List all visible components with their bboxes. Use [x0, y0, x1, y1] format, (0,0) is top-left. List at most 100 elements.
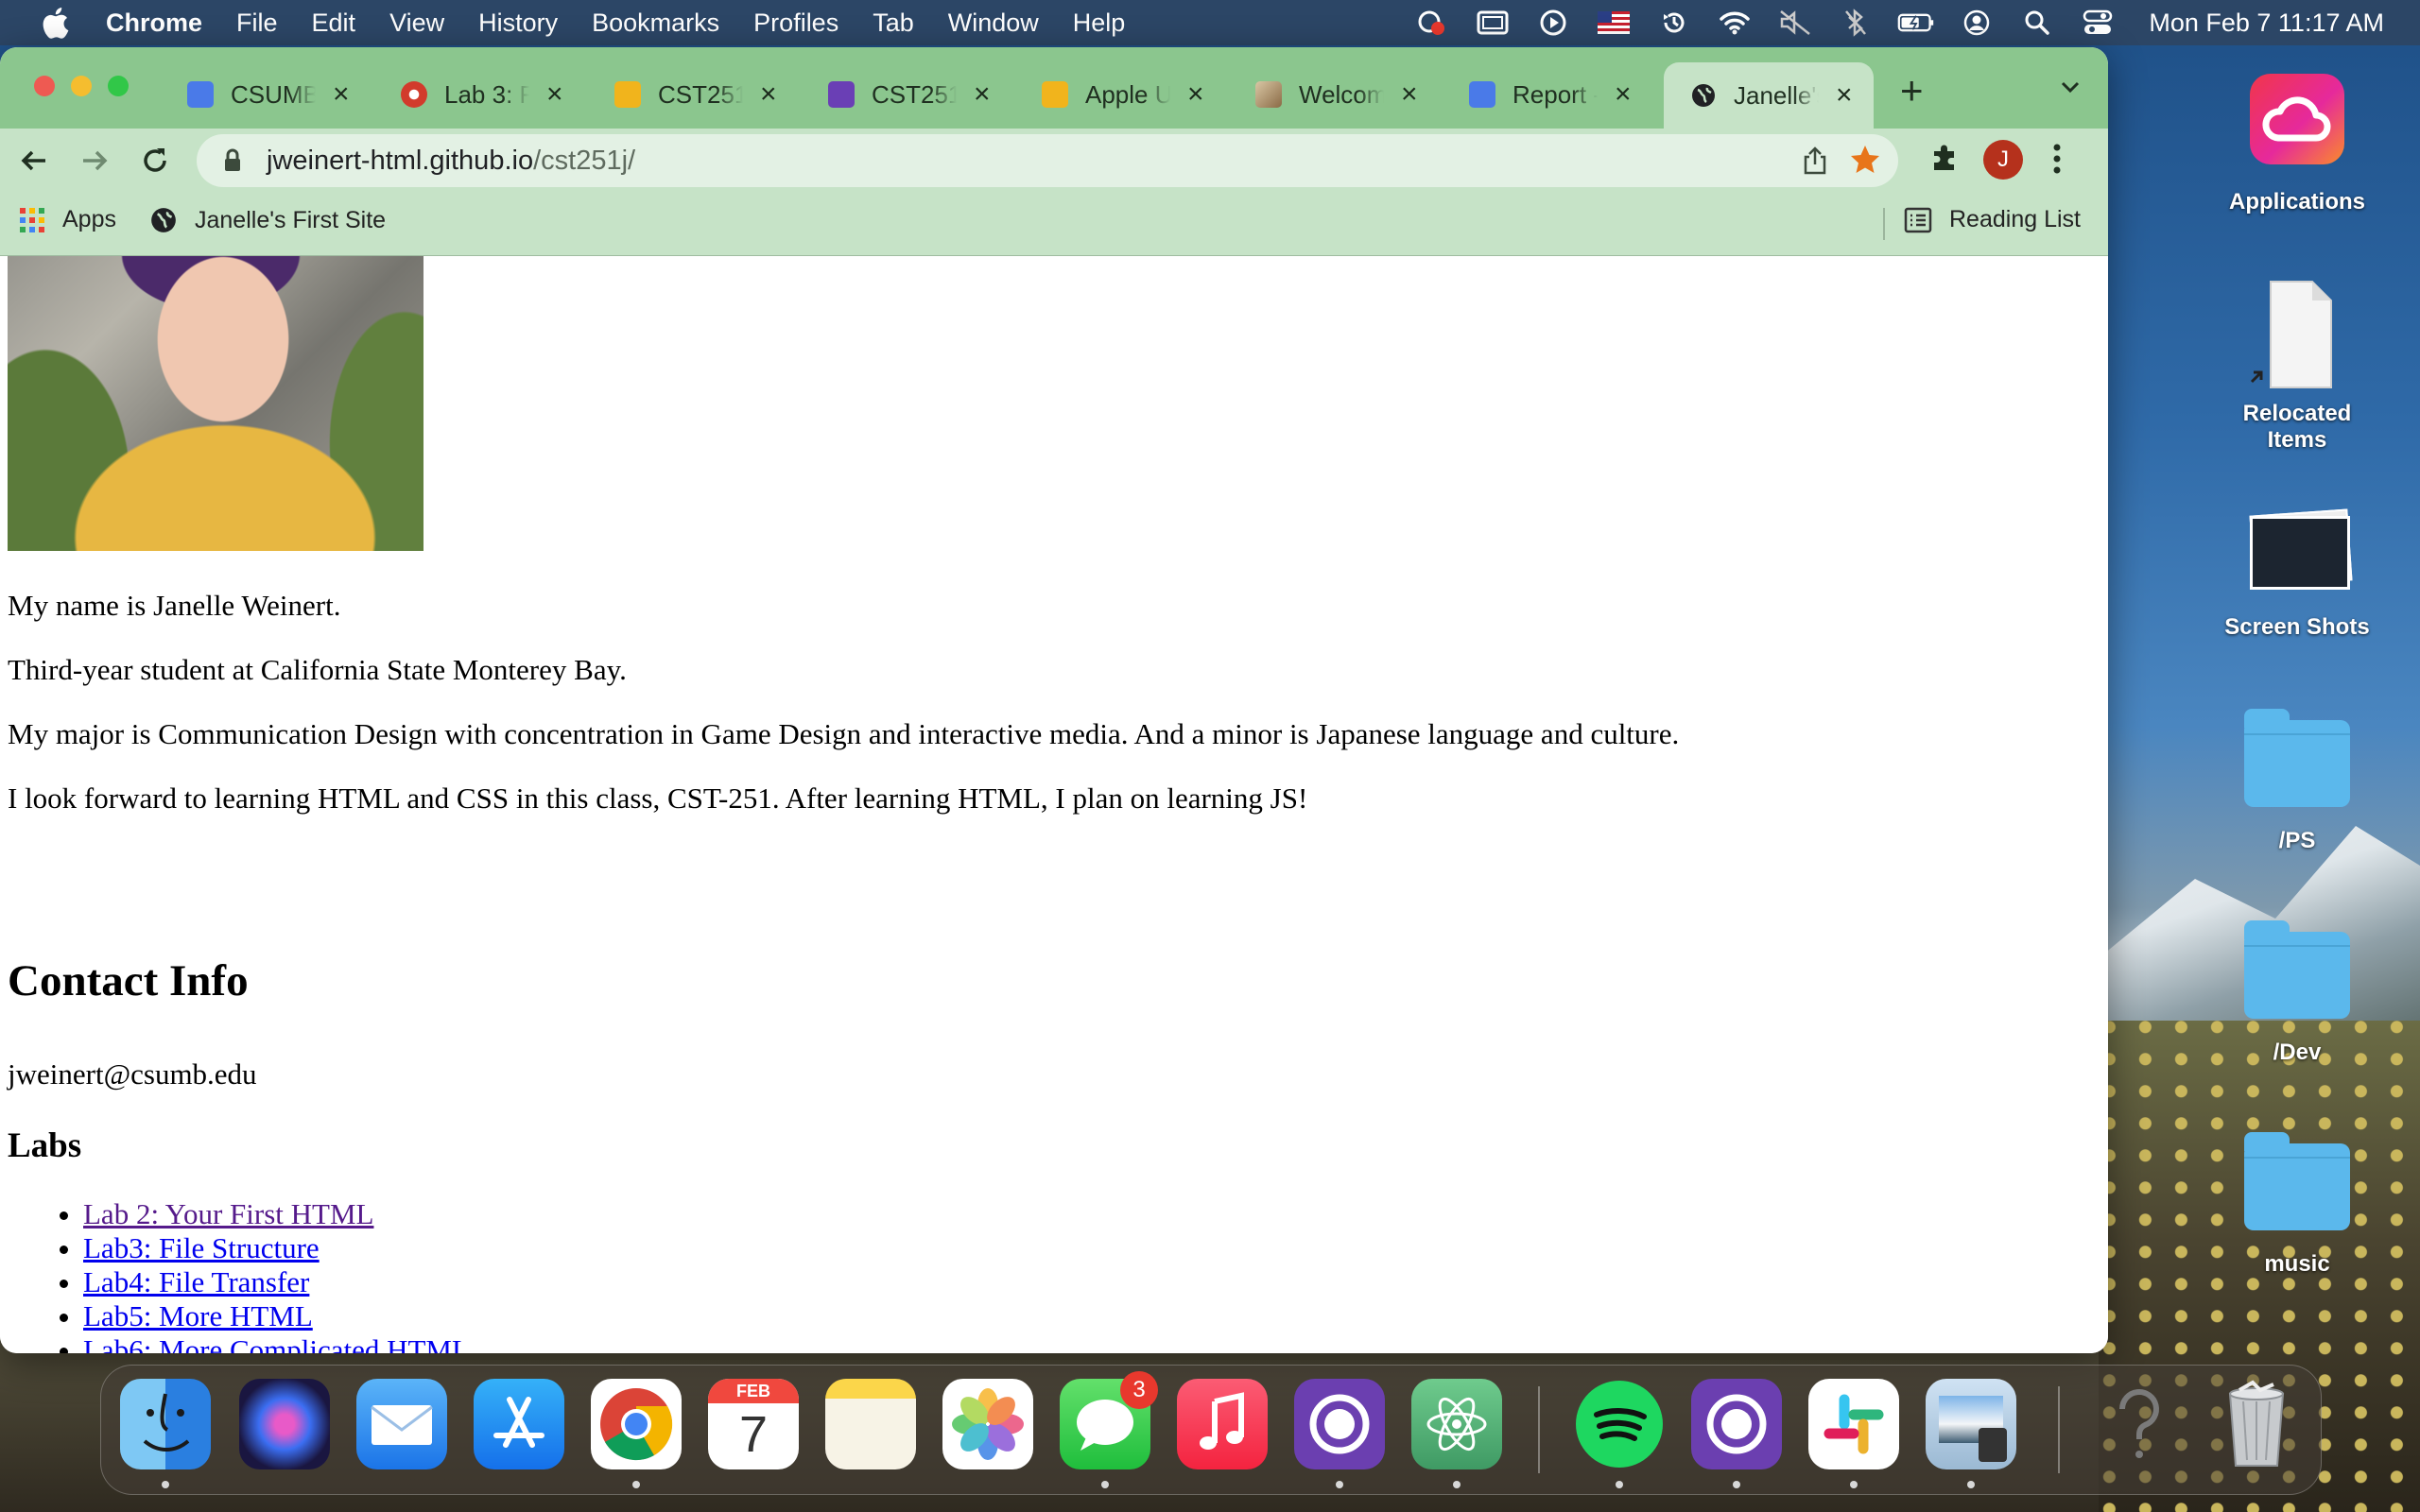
close-tab-icon[interactable]: ×: [1615, 78, 1632, 111]
wifi-icon[interactable]: [1716, 9, 1754, 37]
bookmark-star-icon[interactable]: [1849, 144, 1881, 183]
extensions-puzzle-icon[interactable]: [1928, 142, 1961, 179]
slack-icon[interactable]: [1808, 1379, 1899, 1488]
menu-file[interactable]: File: [236, 9, 278, 38]
preview-icon[interactable]: [1926, 1379, 2016, 1488]
menu-help[interactable]: Help: [1073, 9, 1126, 38]
control-center-icon[interactable]: [2079, 9, 2117, 37]
zoom-window-button[interactable]: [108, 76, 129, 96]
chrome-icon[interactable]: [591, 1379, 682, 1488]
github-desktop-icon[interactable]: [1294, 1379, 1385, 1488]
folder-icon: [2240, 705, 2354, 818]
tab-title: Welcome: [1299, 79, 1384, 109]
reload-icon[interactable]: [134, 140, 176, 181]
tab-title: Janelle's: [1734, 80, 1819, 110]
desktop-icon-music[interactable]: music: [2212, 1128, 2382, 1278]
menu-bookmarks[interactable]: Bookmarks: [592, 9, 719, 38]
spotlight-icon[interactable]: [2018, 9, 2056, 37]
trash-icon[interactable]: [2211, 1379, 2302, 1469]
reading-list-label: Reading List: [1949, 206, 2081, 232]
tab-cst251-forms[interactable]: CST251 ×: [828, 72, 991, 117]
menu-edit[interactable]: Edit: [312, 9, 356, 38]
desktop-icon-applications[interactable]: Applications: [2212, 66, 2382, 215]
screen-record-icon[interactable]: [1413, 9, 1451, 37]
atom-icon[interactable]: [1411, 1379, 1502, 1488]
tab-search-chevron-icon[interactable]: [2059, 76, 2082, 103]
bookmark-apps[interactable]: Apps: [19, 206, 116, 233]
tab-cst251-slides[interactable]: CST251 ×: [614, 72, 777, 117]
menu-history[interactable]: History: [478, 9, 558, 38]
desktop-icon-dev[interactable]: /Dev: [2212, 917, 2382, 1066]
close-tab-icon[interactable]: ×: [333, 78, 350, 111]
close-tab-icon[interactable]: ×: [1401, 78, 1418, 111]
dock-separator: [2058, 1386, 2060, 1473]
display-icon[interactable]: [1474, 9, 1512, 37]
battery-icon[interactable]: [1897, 9, 1935, 37]
close-tab-icon[interactable]: ×: [1836, 79, 1853, 112]
app-store-icon[interactable]: [474, 1379, 564, 1469]
close-tab-icon[interactable]: ×: [1187, 78, 1204, 111]
screenshot-stack-icon: [2240, 491, 2354, 605]
tab-welcome[interactable]: Welcome ×: [1255, 72, 1418, 117]
mail-icon[interactable]: [356, 1379, 447, 1469]
finder-icon[interactable]: [120, 1379, 211, 1488]
desktop-icon-relocated-items[interactable]: Relocated Items: [2212, 278, 2382, 454]
tab-report[interactable]: Report - ×: [1469, 72, 1632, 117]
bluetooth-off-icon[interactable]: [1837, 9, 1875, 37]
play-icon[interactable]: [1534, 9, 1572, 37]
messages-icon[interactable]: 3: [1060, 1371, 1158, 1488]
menu-app-name[interactable]: Chrome: [106, 9, 202, 38]
lab4-link[interactable]: Lab4: File Transfer: [83, 1265, 309, 1298]
folder-icon: [2240, 1128, 2354, 1242]
desktop-icon-label: /Dev: [2273, 1040, 2322, 1065]
music-icon[interactable]: [1177, 1379, 1268, 1469]
tab-title: Apple U: [1085, 79, 1170, 109]
close-tab-icon[interactable]: ×: [760, 78, 777, 111]
menu-profiles[interactable]: Profiles: [753, 9, 838, 38]
share-icon[interactable]: [1802, 146, 1828, 183]
time-machine-icon[interactable]: [1655, 9, 1693, 37]
spotify-icon[interactable]: [1574, 1379, 1665, 1488]
forward-arrow-icon[interactable]: [74, 140, 115, 181]
question-mark-icon[interactable]: [2094, 1379, 2185, 1469]
siri-icon[interactable]: [239, 1379, 330, 1469]
back-arrow-icon[interactable]: [13, 140, 55, 181]
lab2-link[interactable]: Lab 2: Your First HTML: [83, 1197, 373, 1230]
minimize-window-button[interactable]: [71, 76, 92, 96]
github-desktop-icon[interactable]: [1691, 1379, 1782, 1488]
list-item: Lab5: More HTML: [83, 1299, 470, 1333]
tab-csumb[interactable]: CSUMB ×: [187, 72, 350, 117]
desktop-icon-screen-shots[interactable]: Screen Shots: [2212, 491, 2382, 641]
tab-title: CST251: [658, 79, 743, 109]
tab-lab3[interactable]: Lab 3: Fi ×: [401, 72, 563, 117]
menu-tab[interactable]: Tab: [873, 9, 914, 38]
slides-icon: [1042, 81, 1068, 108]
mute-icon[interactable]: [1776, 9, 1814, 37]
lab3-link[interactable]: Lab3: File Structure: [83, 1231, 320, 1264]
desktop-icon-ps[interactable]: /PS: [2212, 705, 2382, 854]
tab-apple-ux[interactable]: Apple U ×: [1042, 72, 1204, 117]
user-icon[interactable]: [1958, 9, 1996, 37]
menu-view[interactable]: View: [389, 9, 444, 38]
menubar-clock[interactable]: Mon Feb 7 11:17 AM: [2149, 9, 2384, 38]
close-tab-icon[interactable]: ×: [974, 78, 991, 111]
tab-janelles-active[interactable]: Janelle's ×: [1664, 62, 1874, 129]
new-tab-button[interactable]: +: [1900, 68, 1924, 113]
bookmark-label: Janelle's First Site: [195, 206, 387, 233]
menu-window[interactable]: Window: [948, 9, 1039, 38]
lab6-link[interactable]: Lab6: More Complicated HTML: [83, 1333, 470, 1353]
photos-icon[interactable]: [942, 1379, 1033, 1469]
calendar-icon[interactable]: FEB 7: [708, 1379, 799, 1469]
apple-icon[interactable]: [38, 6, 72, 40]
lab5-link[interactable]: Lab5: More HTML: [83, 1299, 313, 1332]
close-tab-icon[interactable]: ×: [546, 78, 563, 111]
lock-icon[interactable]: [217, 146, 248, 176]
reading-list-button[interactable]: Reading List: [1904, 206, 2081, 233]
address-bar[interactable]: jweinert-html.github.io/cst251j/: [197, 134, 1898, 187]
us-flag-icon[interactable]: [1595, 9, 1633, 37]
more-menu-icon[interactable]: [2051, 142, 2063, 180]
profile-avatar[interactable]: J: [1983, 140, 2023, 180]
notes-icon[interactable]: [825, 1379, 916, 1469]
bookmark-janelles-first-site[interactable]: Janelle's First Site: [149, 206, 386, 234]
close-window-button[interactable]: [34, 76, 55, 96]
